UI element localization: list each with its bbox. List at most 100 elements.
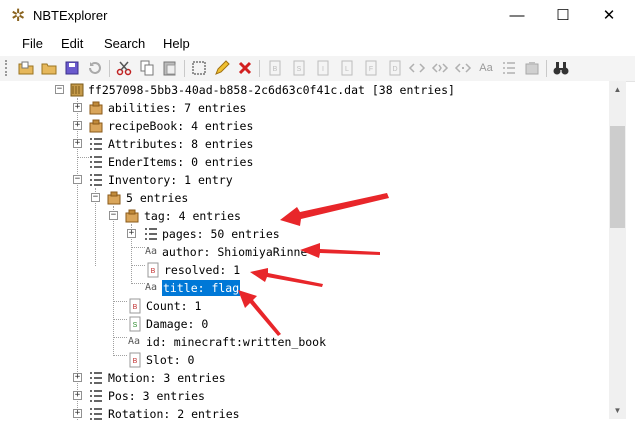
expand-toggle[interactable]: +: [73, 391, 82, 400]
title-bar: ✲ NBTExplorer — ☐ ✕: [0, 0, 635, 32]
expand-toggle[interactable]: +: [73, 373, 82, 382]
refresh-icon[interactable]: [86, 59, 104, 77]
compound-tag-icon: [107, 191, 121, 205]
svg-text:L: L: [345, 66, 349, 73]
cut-icon[interactable]: [115, 59, 133, 77]
tree-node-label-selected: title: flag: [162, 280, 241, 296]
add-long-array-icon[interactable]: [454, 59, 472, 77]
tree-node-label: recipeBook: 4 entries: [108, 119, 254, 133]
tree-node-label: author: ShiomiyaRinne: [162, 245, 308, 259]
tree-node-label: ff257098-5bb3-40ad-b858-2c6d63c0f41c.dat…: [88, 83, 455, 97]
add-list-icon[interactable]: [500, 59, 518, 77]
expand-toggle[interactable]: +: [73, 409, 82, 418]
nbt-tree-view[interactable]: − ff257098-5bb3-40ad-b858-2c6d63c0f41c.d…: [0, 81, 609, 429]
tree-node-label: abilities: 7 entries: [108, 101, 247, 115]
tree-node-abilities[interactable]: + abilities: 7 entries: [0, 99, 600, 117]
toolbar-separator: [546, 60, 547, 77]
toolbar-separator: [109, 60, 110, 77]
tree-node-damage[interactable]: S Damage: 0: [0, 315, 600, 333]
expand-toggle[interactable]: +: [73, 103, 82, 112]
tree-node-recipebook[interactable]: + recipeBook: 4 entries: [0, 117, 600, 135]
list-tag-icon: [90, 138, 102, 150]
tree-node-enderitems[interactable]: EnderItems: 0 entries: [0, 153, 600, 171]
scroll-down-button[interactable]: ▼: [609, 402, 626, 419]
edit-icon[interactable]: [213, 59, 231, 77]
maximize-button[interactable]: ☐: [540, 0, 586, 32]
svg-text:D: D: [392, 66, 397, 73]
menu-bar: File Edit Search Help: [0, 32, 635, 56]
add-byte-array-icon[interactable]: [408, 59, 426, 77]
list-tag-icon: [90, 174, 102, 186]
menu-search[interactable]: Search: [104, 36, 145, 51]
expand-toggle[interactable]: +: [127, 229, 136, 238]
tree-node-pages[interactable]: + pages: 50 entries: [0, 225, 600, 243]
tree-node-label: Attributes: 8 entries: [108, 137, 254, 151]
tree-node-root[interactable]: − ff257098-5bb3-40ad-b858-2c6d63c0f41c.d…: [0, 81, 600, 99]
paste-icon[interactable]: [161, 59, 179, 77]
svg-text:B: B: [133, 358, 138, 365]
tree-node-label: id: minecraft:written_book: [146, 335, 327, 349]
add-double-icon[interactable]: D: [386, 59, 404, 77]
tree-node-resolved[interactable]: B resolved: 1: [0, 261, 600, 279]
byte-tag-icon: B: [129, 298, 141, 314]
rename-icon[interactable]: [190, 59, 208, 77]
find-icon[interactable]: [552, 59, 570, 77]
tree-node-tag[interactable]: − tag: 4 entries: [0, 207, 600, 225]
menu-file[interactable]: File: [22, 36, 43, 51]
add-int-icon[interactable]: I: [314, 59, 332, 77]
byte-tag-icon: B: [129, 352, 141, 368]
delete-icon[interactable]: [236, 59, 254, 77]
close-button[interactable]: ✕: [586, 0, 632, 32]
compound-tag-icon: [125, 209, 139, 223]
expand-toggle[interactable]: +: [73, 121, 82, 130]
svg-text:B: B: [151, 268, 156, 275]
string-tag-icon: Aa: [145, 282, 158, 293]
byte-tag-icon: B: [147, 262, 159, 278]
dat-file-icon: [70, 83, 84, 97]
collapse-toggle[interactable]: −: [109, 211, 118, 220]
add-int-array-icon[interactable]: [431, 59, 449, 77]
collapse-toggle[interactable]: −: [91, 193, 100, 202]
list-tag-icon: [90, 156, 102, 168]
open-folder-icon[interactable]: [40, 59, 58, 77]
tree-node-title[interactable]: Aa title: flag: [0, 279, 600, 297]
add-long-icon[interactable]: L: [338, 59, 356, 77]
menu-help[interactable]: Help: [163, 36, 190, 51]
collapse-toggle[interactable]: −: [73, 175, 82, 184]
tree-node-label: pages: 50 entries: [162, 227, 280, 241]
expand-toggle[interactable]: +: [73, 139, 82, 148]
tree-node-inventory-item[interactable]: − 5 entries: [0, 189, 600, 207]
scrollbar-thumb[interactable]: [610, 126, 625, 228]
collapse-toggle[interactable]: −: [55, 85, 64, 94]
tree-node-pos[interactable]: + Pos: 3 entries: [0, 387, 600, 405]
tree-node-label: Inventory: 1 entry: [108, 173, 233, 187]
add-string-icon[interactable]: Aa: [477, 59, 495, 77]
add-short-icon[interactable]: S: [290, 59, 308, 77]
tree-node-author[interactable]: Aa author: ShiomiyaRinne: [0, 243, 600, 261]
compound-tag-icon: [89, 119, 103, 133]
tree-node-count[interactable]: B Count: 1: [0, 297, 600, 315]
minimize-button[interactable]: —: [494, 0, 540, 32]
save-icon[interactable]: [63, 59, 81, 77]
add-byte-icon[interactable]: B: [266, 59, 284, 77]
open-folder-icon[interactable]: [17, 59, 35, 77]
svg-text:B: B: [273, 66, 278, 73]
list-tag-icon: [90, 408, 102, 420]
toolbar: B S I L F D Aa: [0, 56, 635, 82]
tree-node-label: Motion: 3 entries: [108, 371, 226, 385]
scroll-up-button[interactable]: ▲: [609, 81, 626, 98]
tree-node-inventory[interactable]: − Inventory: 1 entry: [0, 171, 600, 189]
nbtexplorer-app-icon: ✲: [11, 6, 26, 25]
tree-node-motion[interactable]: + Motion: 3 entries: [0, 369, 600, 387]
toolbar-grip[interactable]: [5, 60, 10, 76]
add-float-icon[interactable]: F: [362, 59, 380, 77]
tree-node-rotation[interactable]: + Rotation: 2 entries: [0, 405, 600, 423]
tree-node-attributes[interactable]: + Attributes: 8 entries: [0, 135, 600, 153]
tree-node-id[interactable]: Aa id: minecraft:written_book: [0, 333, 600, 351]
list-tag-icon: [90, 390, 102, 402]
copy-icon[interactable]: [138, 59, 156, 77]
add-compound-icon[interactable]: [523, 59, 541, 77]
vertical-scrollbar[interactable]: ▲ ▼: [609, 81, 626, 419]
tree-node-slot[interactable]: B Slot: 0: [0, 351, 600, 369]
menu-edit[interactable]: Edit: [61, 36, 83, 51]
